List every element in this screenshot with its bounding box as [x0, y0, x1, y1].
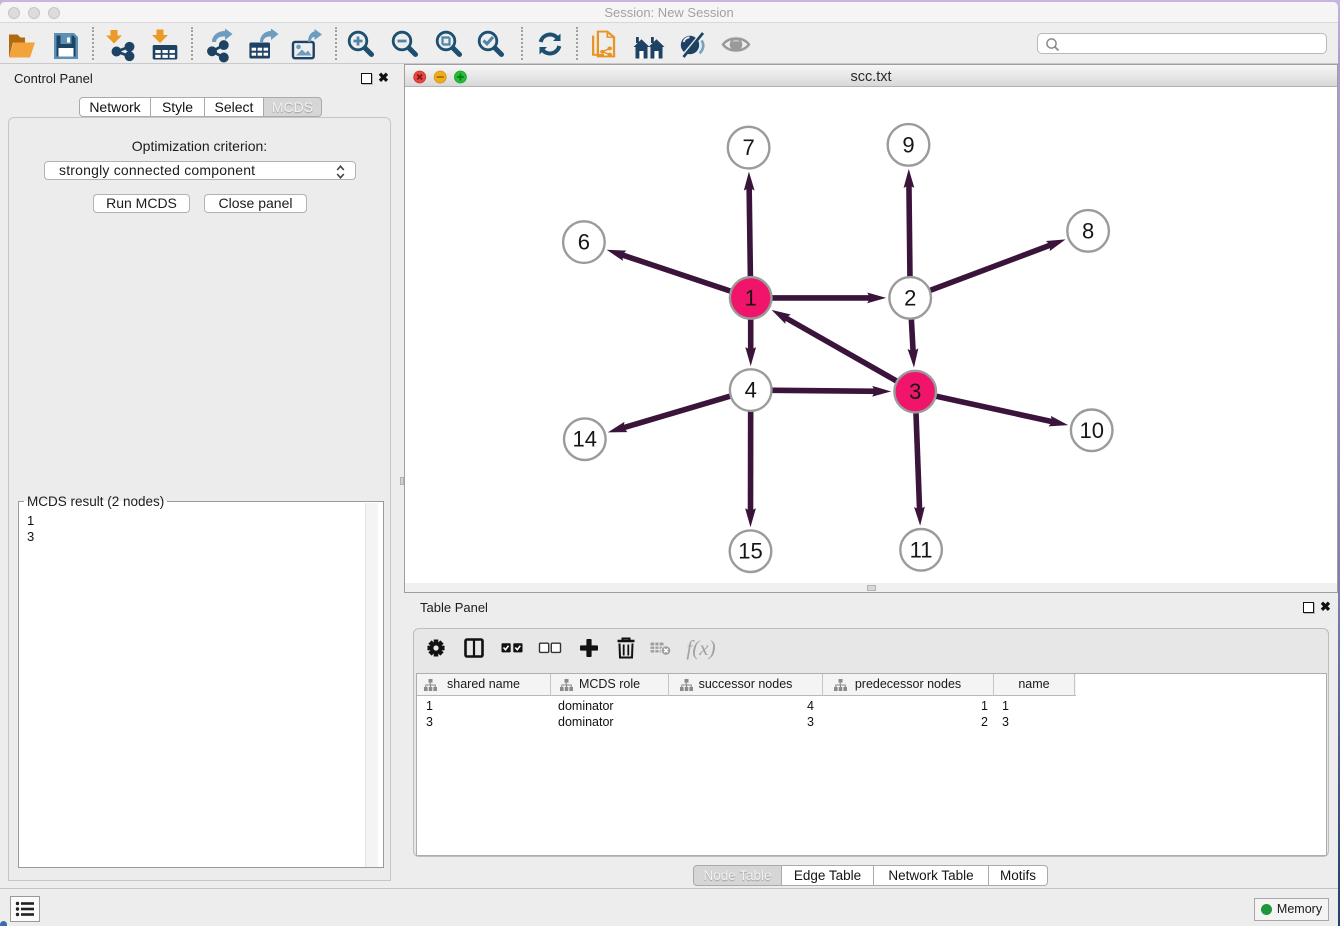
- svg-text:7: 7: [742, 135, 754, 160]
- svg-text:11: 11: [910, 537, 933, 562]
- svg-text:14: 14: [573, 427, 597, 452]
- svg-text:1: 1: [745, 285, 757, 310]
- svg-text:2: 2: [904, 285, 916, 310]
- svg-text:4: 4: [745, 378, 757, 403]
- svg-text:8: 8: [1082, 218, 1094, 243]
- svg-text:9: 9: [902, 132, 914, 157]
- svg-text:10: 10: [1079, 418, 1103, 443]
- svg-text:f(x): f(x): [686, 636, 715, 660]
- svg-text:6: 6: [578, 230, 590, 255]
- svg-text:15: 15: [738, 539, 762, 564]
- svg-text:3: 3: [909, 379, 921, 404]
